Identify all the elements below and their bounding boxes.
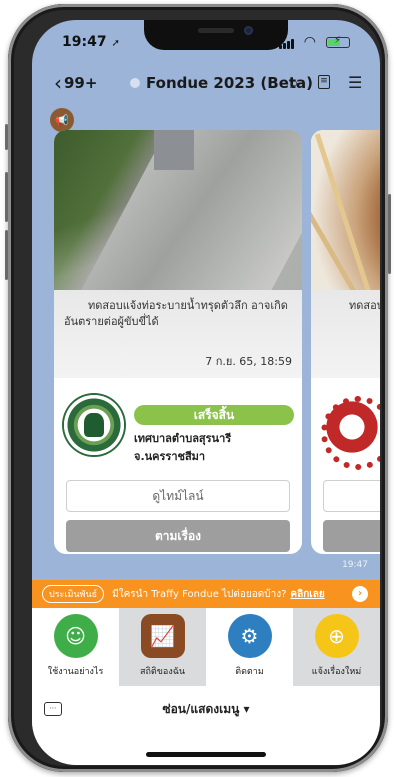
chat-title-text: Fondue 2023 (Beta) [146,74,314,92]
menu-item-stats[interactable]: 📈 สถิติของฉัน [119,608,206,686]
report-date: 7 ก.ย. 65, 18:59 [205,355,292,368]
report-card: ทดสอบแจ้ง [311,130,380,554]
track-icon: ⚙ [227,614,272,658]
menu-icon[interactable]: ☰ [348,73,362,92]
menu-label: ติดตาม [235,667,264,677]
bottom-bar: ⋯ ซ่อน/แสดงเมนู ▾ [32,686,380,765]
municipality-logo [64,395,124,455]
promo-tag: ประเมินพันธ์ [42,585,105,603]
megaphone-icon: 📢 [55,113,69,127]
wifi-icon: ◠ [303,34,316,50]
front-camera [244,26,253,35]
menu-item-track[interactable]: ⚙ ติดตาม [206,608,293,686]
stats-icon: 📈 [140,614,185,658]
bot-avatar[interactable]: 📢 [50,108,74,132]
notes-icon[interactable]: ≡ [318,75,330,89]
org-line2: จ.นครราชสีมา [134,450,206,463]
search-icon[interactable]: ⌕ [290,73,299,93]
verified-icon [130,78,140,88]
power-button [388,194,391,274]
status-time: 19:47 ➚ [62,34,120,50]
chevron-left-icon: ‹ [54,71,62,95]
view-timeline-button[interactable] [323,480,380,512]
report-description: ทดสอบแจ้ง [349,299,380,312]
volume-down-button [5,230,8,280]
volume-up-button [5,172,8,222]
view-timeline-button[interactable]: ดูไทม์ไลน์ [66,480,290,512]
add-icon: ⊕ [314,614,359,658]
follow-button[interactable] [323,520,380,552]
report-description: ทดสอบแจ้งท่อระบายน้ำทรุดตัวลึก อาจเกิดอั… [64,299,288,328]
org-line1: เทศบาลตำบลสุรนารี [134,432,232,445]
screen: 19:47 ➚ ◠ ⚡ ‹ 99+ Fondue 2023 (Beta) ⌕ ≡ [32,20,380,765]
menu-label: สถิติของฉัน [139,667,186,677]
organization-name: เทศบาลตำบลสุรนารี จ.นครราชสีมา [134,430,231,466]
menu-label: ใช้งานอย่างไร [47,667,104,677]
status-badge: เสร็จสิ้น [134,405,294,425]
mute-switch [5,124,8,150]
menu-item-new-report[interactable]: ⊕ แจ้งเรื่องใหม่ [293,608,380,686]
help-icon: ☺ [53,614,98,658]
notch [144,20,288,50]
battery-icon: ⚡ [326,35,350,48]
promo-link[interactable]: คลิกเลย [290,587,324,602]
message-timestamp: 19:47 [342,560,368,570]
report-caption: ทดสอบแจ้งท่อระบายน้ำทรุดตัวลึก อาจเกิดอั… [54,290,302,378]
promo-banner[interactable]: ประเมินพันธ์ มีใครนำ Traffy Fondue ไปต่อ… [32,580,380,608]
chat-title[interactable]: Fondue 2023 (Beta) [130,74,313,92]
organization-logo [321,396,380,470]
home-indicator[interactable] [146,752,266,757]
report-photo[interactable] [54,130,302,290]
toggle-menu-button[interactable]: ซ่อน/แสดงเมนู ▾ [32,700,380,719]
rich-menu: ☺ ใช้งานอย่างไร 📈 สถิติของฉัน ⚙ ติดตาม ⊕… [32,608,380,686]
menu-label: แจ้งเรื่องใหม่ [311,667,362,677]
speaker [198,28,234,33]
location-icon: ➚ [111,38,120,49]
report-caption: ทดสอบแจ้ง [311,290,380,378]
arrow-right-icon[interactable]: › [352,586,368,602]
unread-count: 99+ [64,74,98,92]
follow-button[interactable]: ตามเรื่อง [66,520,290,552]
report-card: ทดสอบแจ้งท่อระบายน้ำทรุดตัวลึก อาจเกิดอั… [54,130,302,554]
menu-item-how-to[interactable]: ☺ ใช้งานอย่างไร [32,608,119,686]
clock-text: 19:47 [62,34,107,50]
promo-text: มีใครนำ Traffy Fondue ไปต่อยอดบ้าง? [112,588,287,600]
back-button[interactable]: ‹ 99+ [54,71,98,95]
phone-frame: 19:47 ➚ ◠ ⚡ ‹ 99+ Fondue 2023 (Beta) ⌕ ≡ [5,4,391,772]
report-photo[interactable] [311,130,380,297]
chat-header: ‹ 99+ Fondue 2023 (Beta) ⌕ ≡ ☰ [32,68,380,102]
